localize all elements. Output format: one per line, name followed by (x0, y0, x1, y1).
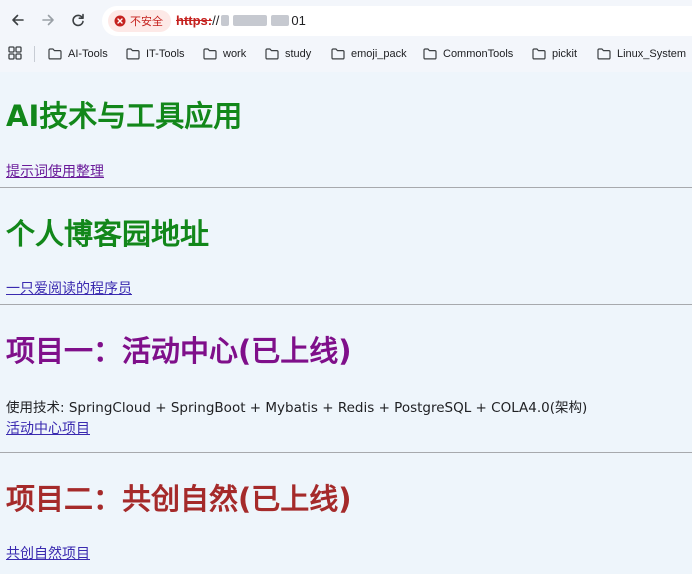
security-label: 不安全 (130, 15, 163, 28)
browser-chrome: 不安全 https: // 01 AI-Tools IT-Tools work stu… (0, 0, 692, 72)
divider (0, 304, 692, 305)
folder-icon (48, 48, 62, 60)
bookmark-label: AI-Tools (68, 48, 108, 60)
folder-icon (331, 48, 345, 60)
bookmark-label: study (285, 48, 312, 60)
section-blog-link-row: 一只爱阅读的程序员 (6, 278, 132, 298)
folder-icon (423, 48, 437, 60)
url-tail: 01 (291, 13, 306, 28)
tech-stack-text: 使用技术: SpringCloud + SpringBoot + Mybatis… (6, 400, 588, 416)
back-button[interactable] (6, 8, 30, 32)
folder-icon (532, 48, 546, 60)
bookmark-label: emoji_pack (351, 48, 407, 60)
bookmark-item[interactable]: emoji_pack (331, 45, 407, 63)
prompt-notes-link[interactable]: 提示词使用整理 (6, 164, 104, 180)
bookmarks-bar: AI-Tools IT-Tools work study emoji_pack Commo… (0, 40, 692, 68)
bookmark-label: pickit (552, 48, 578, 60)
bookmark-item[interactable]: AI-Tools (48, 45, 108, 63)
tech-stack-row: 使用技术: SpringCloud + SpringBoot + Mybatis… (6, 396, 587, 416)
folder-icon (265, 48, 279, 60)
arrow-left-icon (12, 14, 24, 26)
url-text[interactable]: https: // 01 (176, 13, 306, 28)
section-project-two-link-row: 共创自然项目 (6, 543, 90, 563)
section-blog: 个人博客园地址 (6, 216, 209, 252)
blog-link[interactable]: 一只爱阅读的程序员 (6, 281, 132, 297)
bookmark-item[interactable]: IT-Tools (126, 45, 185, 63)
folder-icon (126, 48, 140, 60)
section-project-one: 项目一：活动中心(已上线) (6, 333, 352, 369)
divider (0, 452, 692, 453)
section-heading: 个人博客园地址 (6, 217, 210, 251)
bookmark-item[interactable]: work (203, 45, 246, 63)
bookmark-item[interactable]: Linux_System (597, 45, 686, 63)
section-heading: 项目一：活动中心(已上线) (6, 334, 352, 368)
bookmark-label: CommonTools (443, 48, 514, 60)
folder-icon (203, 48, 217, 60)
redacted-block (271, 15, 290, 26)
reload-button[interactable] (66, 8, 90, 32)
redacted-block (233, 15, 268, 26)
bookmark-label: IT-Tools (146, 48, 185, 60)
forward-button[interactable] (36, 8, 60, 32)
section-heading: AI技术与工具应用 (6, 99, 243, 133)
activity-center-link[interactable]: 活动中心项目 (6, 421, 90, 437)
bookmark-item[interactable]: CommonTools (423, 45, 513, 63)
section-project-two: 项目二：共创自然(已上线) (6, 481, 352, 517)
reload-icon (72, 13, 84, 27)
apps-grid-icon[interactable] (8, 46, 22, 60)
arrow-right-icon (42, 14, 54, 26)
security-chip[interactable]: 不安全 (108, 10, 171, 32)
address-bar[interactable]: 不安全 https: // 01 (102, 6, 692, 36)
section-heading: 项目二：共创自然(已上线) (6, 482, 352, 516)
nature-project-link[interactable]: 共创自然项目 (6, 546, 90, 562)
section-ai-tools: AI技术与工具应用 (6, 98, 242, 134)
bookmarks-separator (34, 46, 35, 62)
bookmark-label: work (223, 48, 247, 60)
url-host: // (212, 13, 220, 28)
bookmark-label: Linux_System (617, 48, 687, 60)
bookmark-item[interactable]: pickit (532, 45, 577, 63)
section-project-one-link-row: 活动中心项目 (6, 418, 90, 438)
not-secure-icon (114, 15, 126, 27)
url-scheme: https: (176, 13, 213, 28)
section-ai-tools-link-row: 提示词使用整理 (6, 161, 104, 181)
divider (0, 187, 692, 188)
redacted-block (221, 15, 230, 26)
folder-icon (597, 48, 611, 60)
bookmark-item[interactable]: study (265, 45, 311, 63)
